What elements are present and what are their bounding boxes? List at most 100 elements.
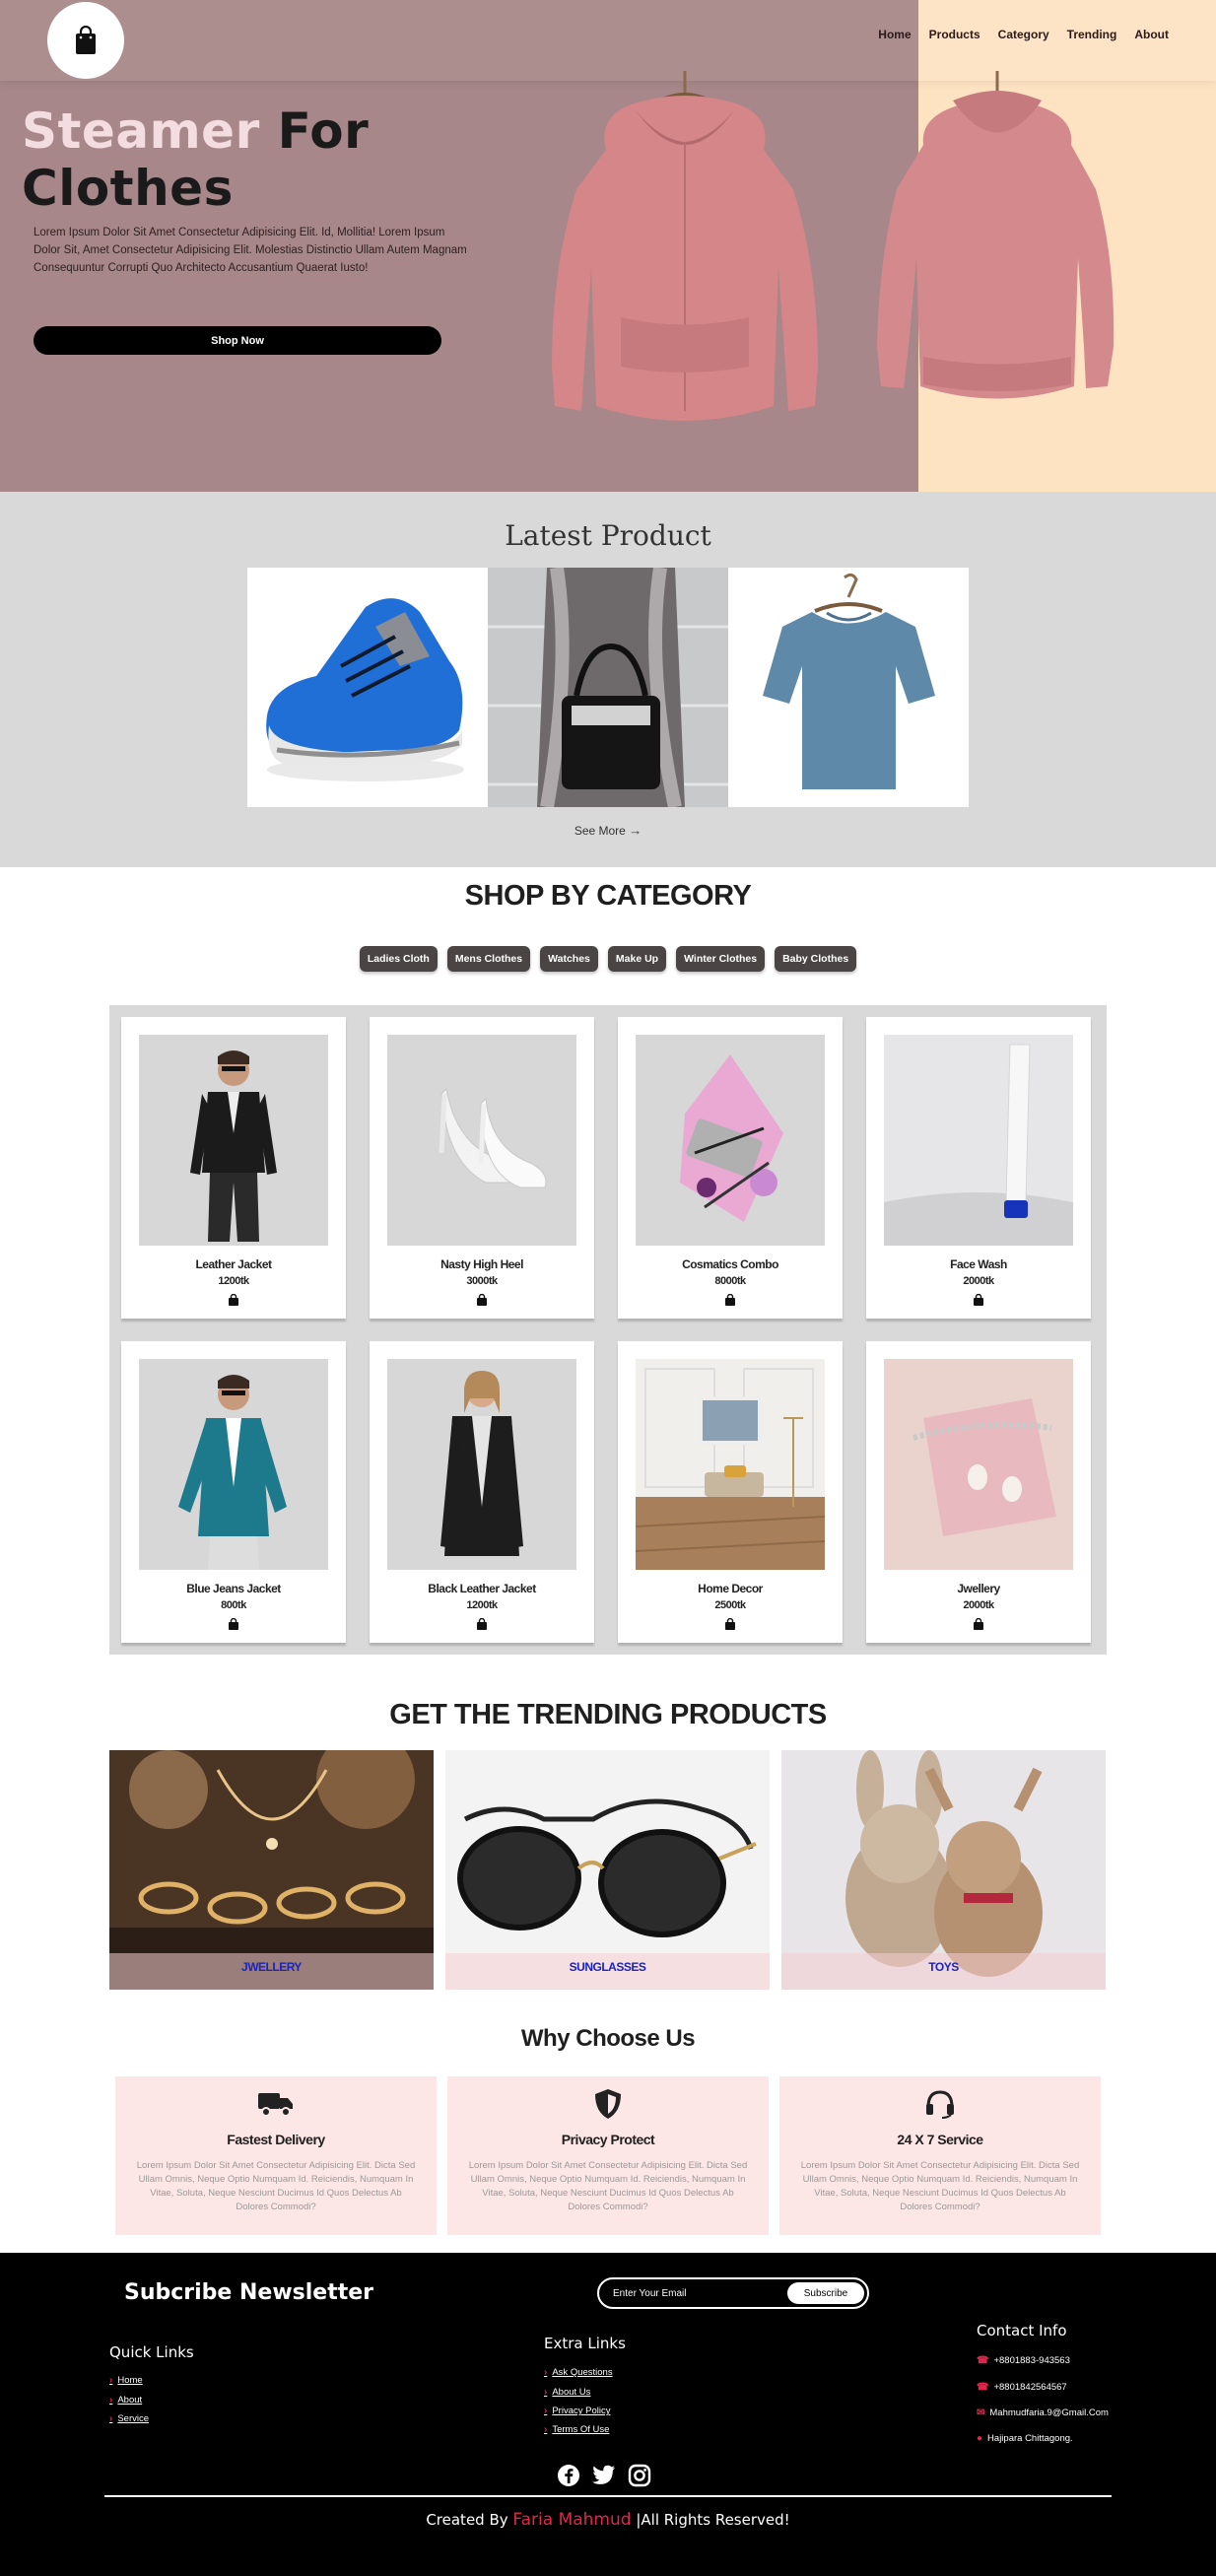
quick-link-home[interactable]: › Home (109, 2375, 143, 2386)
contact-label: +8801883-943563 (993, 2355, 1070, 2366)
extra-link-about-us[interactable]: › About Us (544, 2387, 590, 2398)
email-input[interactable] (613, 2285, 771, 2301)
cart-bag-icon[interactable] (723, 1618, 737, 1630)
top-navbar: Home Products Category Trending About (0, 0, 1216, 81)
truck-icon (256, 2086, 296, 2122)
pill-winter-clothes[interactable]: Winter Clothes (676, 946, 766, 972)
newsletter-title: Subcribe Newsletter (124, 2280, 374, 2305)
extra-link-questions[interactable]: › Ask Questions (544, 2367, 613, 2378)
pill-make-up[interactable]: Make Up (607, 946, 667, 972)
nav-home[interactable]: Home (878, 28, 911, 41)
pill-ladies-cloth[interactable]: Ladies Cloth (359, 946, 438, 972)
product-card[interactable]: Nasty High Heel 3000tk (370, 1017, 594, 1319)
product-name: Blue Jeans Jacket (186, 1582, 281, 1595)
pill-watches[interactable]: Watches (540, 946, 598, 972)
shield-icon (588, 2086, 628, 2122)
product-card[interactable]: Leather Jacket 1200tk (121, 1017, 346, 1319)
footer: Subcribe Newsletter Subscribe Quick Link… (0, 2253, 1216, 2576)
product-name: Black Leather Jacket (428, 1582, 536, 1595)
hero-description: Lorem Ipsum Dolor Sit Amet Consectetur A… (34, 227, 467, 274)
product-price: 2500tk (714, 1599, 746, 1611)
cart-bag-icon[interactable] (475, 1618, 489, 1630)
main-nav: Home Products Category Trending About (878, 28, 1169, 41)
cart-bag-icon[interactable] (972, 1294, 985, 1306)
product-card[interactable]: Face Wash 2000tk (866, 1017, 1091, 1319)
credit-author[interactable]: Faria Mahmud (512, 2510, 631, 2530)
contact-phone-2[interactable]: ☎ +8801842564567 (977, 2382, 1067, 2393)
nav-trending[interactable]: Trending (1067, 28, 1117, 41)
shop-now-button[interactable]: Shop Now (34, 326, 441, 355)
link-label: Ask Questions (552, 2367, 613, 2378)
trending-card-jewellery[interactable]: JWELLERY (109, 1750, 434, 1990)
cosmetics-image (636, 1035, 825, 1246)
handbag-image[interactable] (488, 568, 728, 807)
shopping-bag-icon (76, 26, 96, 54)
blue-jeans-jacket-image (139, 1359, 328, 1570)
product-name: Cosmatics Combo (682, 1257, 778, 1271)
link-label: Home (117, 2375, 143, 2386)
credit-suffix: |All Rights Reserved! (631, 2511, 790, 2529)
extra-links-title: Extra Links (544, 2335, 626, 2352)
quick-links-title: Quick Links (109, 2343, 194, 2361)
facebook-icon[interactable] (557, 2464, 580, 2487)
product-price: 1200tk (466, 1599, 498, 1611)
instagram-icon[interactable] (628, 2464, 651, 2487)
chevron-right-icon: › (109, 2413, 113, 2424)
chevron-right-icon: › (544, 2406, 548, 2416)
quick-link-service[interactable]: › Service (109, 2413, 149, 2424)
trending-label: JWELLERY (109, 1953, 434, 1990)
chevron-right-icon: › (544, 2387, 548, 2398)
cart-bag-icon[interactable] (475, 1294, 489, 1306)
product-card[interactable]: Blue Jeans Jacket 800tk (121, 1341, 346, 1643)
category-pills: Ladies Cloth Mens Clothes Watches Make U… (0, 946, 1216, 972)
cart-bag-icon[interactable] (972, 1618, 985, 1630)
product-price: 3000tk (466, 1275, 498, 1287)
arrow-right-icon: → (629, 823, 642, 838)
sneaker-image[interactable] (247, 568, 488, 807)
extra-link-privacy[interactable]: › Privacy Policy (544, 2406, 610, 2416)
product-price: 8000tk (714, 1275, 746, 1287)
trending-card-sunglasses[interactable]: SUNGLASSES (445, 1750, 770, 1990)
why-title: Why Choose Us (520, 2025, 696, 2052)
see-more-link[interactable]: See More → (0, 823, 1216, 838)
envelope-icon: ✉ (977, 2407, 985, 2418)
product-name: Home Decor (698, 1582, 763, 1595)
link-label: About (117, 2395, 143, 2406)
copyright-credit: Created By Faria Mahmud |All Rights Rese… (0, 2510, 1216, 2530)
product-card[interactable]: Black Leather Jacket 1200tk (370, 1341, 594, 1643)
why-card-title: Fastest Delivery (227, 2132, 325, 2147)
cart-bag-icon[interactable] (723, 1294, 737, 1306)
latest-title: Latest Product (505, 519, 711, 552)
credit-prefix: Created By (426, 2511, 513, 2529)
product-card[interactable]: Cosmatics Combo 8000tk (618, 1017, 843, 1319)
headset-icon (920, 2086, 960, 2122)
pill-baby-clothes[interactable]: Baby Clothes (775, 946, 857, 972)
tshirt-image[interactable] (728, 568, 969, 807)
cart-bag-icon[interactable] (227, 1618, 240, 1630)
hero-title: Steamer For Clothes (22, 102, 369, 217)
why-card-privacy: Privacy Protect Lorem Ipsum Dolor Sit Am… (447, 2076, 769, 2235)
why-card-delivery: Fastest Delivery Lorem Ipsum Dolor Sit A… (115, 2076, 437, 2235)
category-title: SHOP BY CATEGORY (464, 880, 752, 912)
nav-category[interactable]: Category (998, 28, 1049, 41)
hero-title-part2: Clothes (22, 160, 234, 217)
pill-mens-clothes[interactable]: Mens Clothes (446, 946, 531, 972)
subscribe-button[interactable]: Subscribe (787, 2282, 864, 2304)
logo[interactable] (47, 2, 124, 79)
product-card[interactable]: Jwellery 2000tk (866, 1341, 1091, 1643)
link-label: Terms Of Use (552, 2424, 610, 2435)
product-card[interactable]: Home Decor 2500tk (618, 1341, 843, 1643)
cart-bag-icon[interactable] (227, 1294, 240, 1306)
twitter-icon[interactable] (592, 2464, 616, 2487)
nav-about[interactable]: About (1134, 28, 1169, 41)
chevron-right-icon: › (544, 2424, 548, 2435)
footer-divider (104, 2495, 1112, 2497)
extra-link-terms[interactable]: › Terms Of Use (544, 2424, 609, 2435)
link-label: Service (117, 2413, 150, 2424)
hero-section: Home Products Category Trending About St… (0, 0, 1216, 492)
nav-products[interactable]: Products (929, 28, 980, 41)
contact-phone-1[interactable]: ☎ +8801883-943563 (977, 2355, 1070, 2366)
contact-email[interactable]: ✉ Mahmudfaria.9@Gmail.Com (977, 2407, 1109, 2418)
quick-link-about[interactable]: › About (109, 2395, 142, 2406)
trending-card-toys[interactable]: TOYS (781, 1750, 1106, 1990)
